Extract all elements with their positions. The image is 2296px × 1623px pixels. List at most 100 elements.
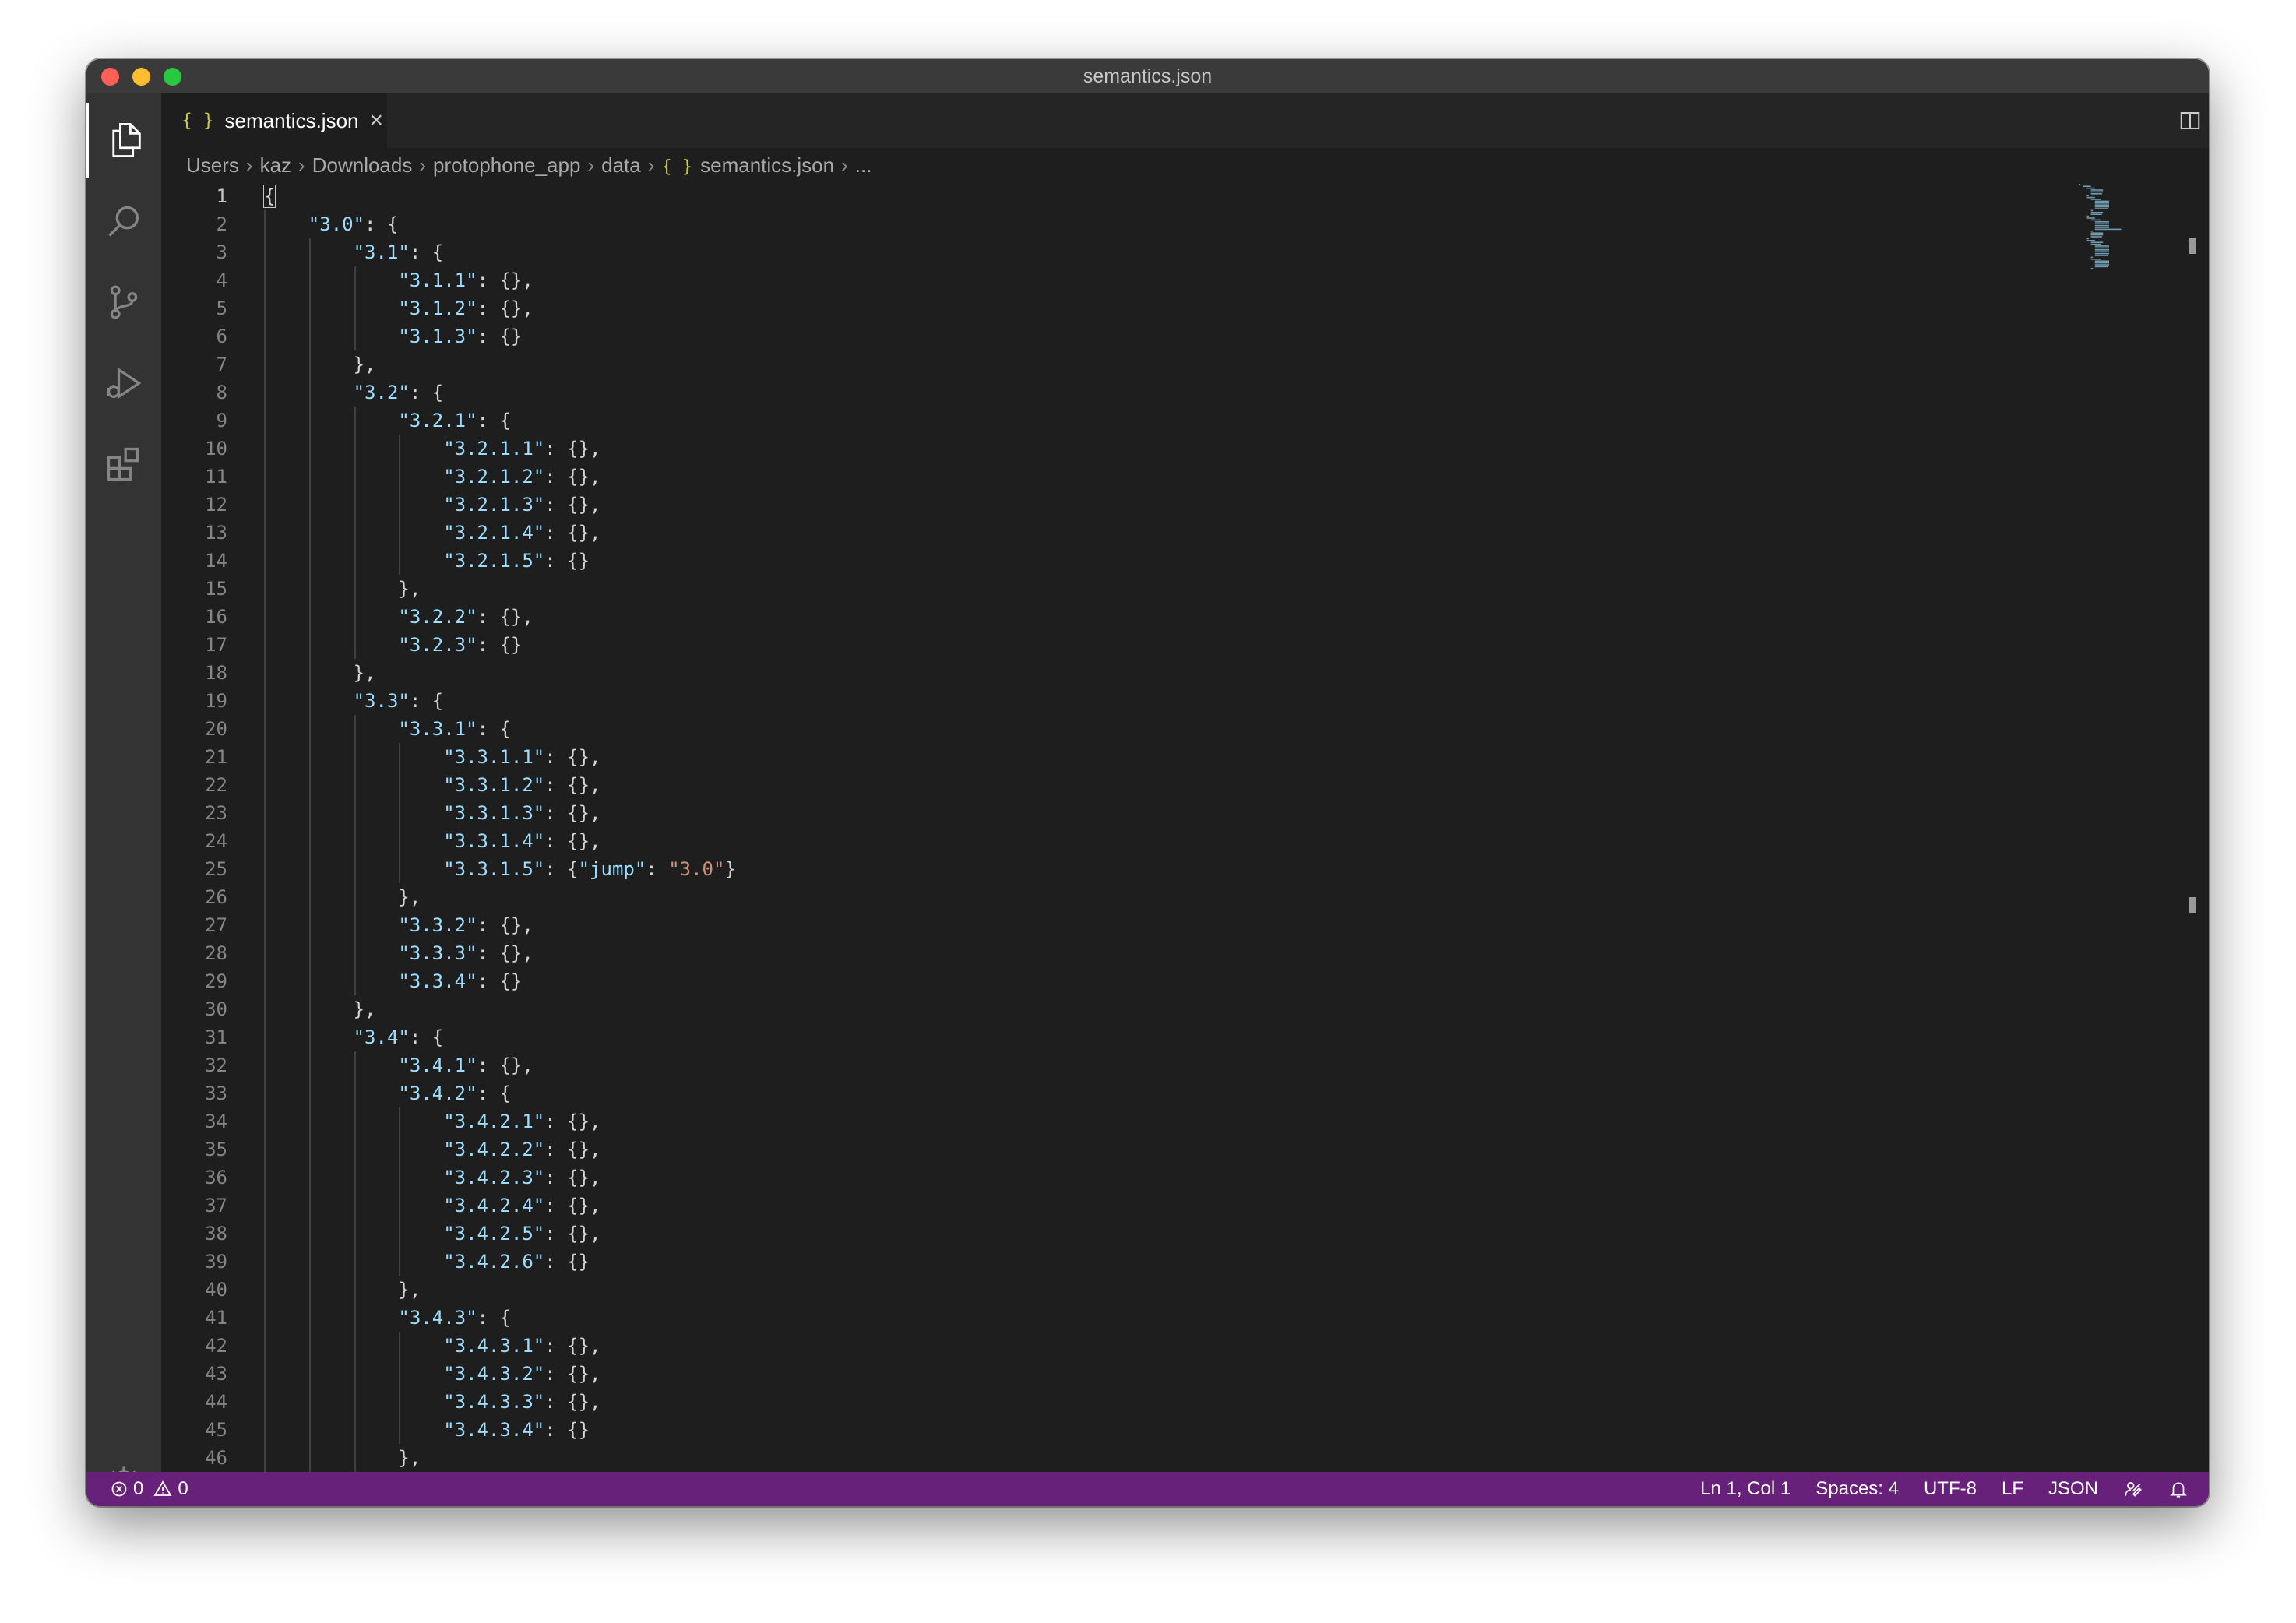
minimap-line	[2094, 221, 2109, 223]
code-line: "3.3.1.1": {},	[443, 746, 601, 768]
minimap-line	[2094, 223, 2109, 224]
breadcrumb-item-symbols[interactable]: ...	[855, 153, 872, 177]
code-line: "3.4": {	[353, 1026, 444, 1048]
code-line: "3.1": {	[353, 241, 444, 263]
breadcrumb-item-protophone-app[interactable]: protophone_app	[433, 153, 580, 177]
minimap-line	[2094, 202, 2109, 204]
code-line: },	[263, 886, 421, 908]
close-icon[interactable]: ×	[370, 107, 384, 134]
tab-label: semantics.json	[224, 108, 359, 132]
line-number: 2	[216, 213, 227, 235]
line-number: 25	[205, 858, 227, 880]
line-number: 35	[205, 1139, 227, 1160]
minimize-window-button[interactable]	[132, 68, 150, 86]
code-line: "3.4.2.2": {},	[443, 1139, 601, 1160]
minimap-line	[2090, 268, 2094, 269]
search-button[interactable]	[86, 184, 161, 259]
minimap-line	[2090, 193, 2102, 195]
error-count: 0	[133, 1478, 144, 1499]
line-number: 38	[205, 1223, 227, 1245]
line-number: 27	[205, 914, 227, 936]
run-debug-button[interactable]	[86, 346, 161, 421]
language-mode[interactable]: JSON	[2048, 1472, 2098, 1506]
line-number: 20	[205, 718, 227, 740]
minimap-line	[2079, 184, 2080, 185]
breadcrumb-item-users[interactable]: Users	[186, 153, 239, 177]
line-number: 8	[216, 382, 227, 403]
breadcrumb-item-data[interactable]: data	[601, 153, 641, 177]
split-editor-icon	[2180, 112, 2200, 129]
code-area[interactable]: { "3.0": { "3.1": { "3.1.1": {}, "3.1.2"…	[263, 182, 736, 1472]
explorer-icon	[112, 123, 141, 157]
minimap-line	[2090, 236, 2102, 238]
minimap-line	[2090, 199, 2101, 200]
code-line: "3.4.3": {	[398, 1307, 511, 1329]
line-number: 21	[205, 746, 227, 768]
minimap-line	[2090, 231, 2094, 232]
end-of-line-setting[interactable]: LF	[2002, 1472, 2023, 1506]
line-number: 13	[205, 522, 227, 544]
line-number: 6	[216, 326, 227, 347]
source-control-button[interactable]	[86, 265, 161, 340]
error-icon	[111, 1481, 127, 1497]
code-line: },	[263, 1279, 421, 1301]
code-line: "3.3.1.5": {"jump": "3.0"}	[443, 858, 736, 880]
extensions-button[interactable]	[86, 427, 161, 502]
split-editor-button[interactable]	[2175, 105, 2206, 136]
window-title: semantics.json	[1083, 65, 1213, 87]
feedback-button[interactable]	[2123, 1479, 2143, 1499]
minimap-line	[2094, 204, 2109, 206]
line-number: 15	[205, 578, 227, 600]
line-number: 40	[205, 1279, 227, 1301]
line-number: 36	[205, 1167, 227, 1188]
chevron-right-icon: ›	[419, 153, 427, 177]
code-line: },	[263, 578, 421, 600]
editor[interactable]: 1 2 3 4 5 6 7 8 9 10 11 12 13 14 15 16 17 18 19 20 21 22 23 24 2…	[161, 182, 2209, 1472]
minimap-line	[2086, 187, 2095, 189]
line-number: 32	[205, 1054, 227, 1076]
explorer-button[interactable]	[86, 103, 164, 178]
code-line: "3.3.1.3": {},	[443, 802, 601, 824]
line-number: 10	[205, 438, 227, 459]
status-bar: 0 0 Ln 1, Col 1 Spaces: 4 UTF-8 LF JSON	[86, 1472, 2209, 1506]
line-number: 5	[216, 297, 227, 319]
code-line: "3.2.1.1": {},	[443, 438, 601, 459]
line-number-gutter: 1 2 3 4 5 6 7 8 9 10 11 12 13 14 15 16 17 18 19 20 21 22 23 24 2…	[161, 182, 227, 1472]
minimap-line	[2083, 185, 2091, 187]
feedback-icon	[2125, 1482, 2142, 1497]
breadcrumb: Users › kaz › Downloads › protophone_app › data ›…	[161, 148, 2209, 182]
breadcrumb-item-file[interactable]: semantics.json	[700, 153, 834, 177]
problems-button[interactable]: 0 0	[110, 1472, 188, 1506]
line-number: 16	[205, 606, 227, 628]
minimap-line	[2090, 209, 2094, 212]
code-line: "3.3.2": {},	[398, 914, 534, 936]
cursor-position[interactable]: Ln 1, Col 1	[1700, 1472, 1791, 1506]
encoding-setting[interactable]: UTF-8	[1924, 1472, 1977, 1506]
code-line: "3.4.2.5": {},	[443, 1223, 601, 1245]
code-line: "3.4.2.1": {},	[443, 1111, 601, 1132]
line-number: 44	[205, 1391, 227, 1413]
code-line: },	[263, 662, 376, 684]
minimap-line	[2086, 215, 2089, 217]
minimap[interactable]	[2079, 182, 2164, 361]
minimap-line	[2094, 249, 2109, 251]
code-line: "3.4.3.4": {}	[443, 1419, 590, 1441]
close-window-button[interactable]	[101, 68, 119, 86]
warning-icon	[153, 1480, 172, 1496]
minimap-line	[2094, 262, 2109, 264]
code-line: "3.3": {	[353, 690, 444, 712]
line-number: 26	[205, 886, 227, 908]
line-number: 45	[205, 1419, 227, 1441]
tab-semantics-json[interactable]: { } semantics.json ×	[161, 93, 387, 148]
breadcrumb-item-kaz[interactable]: kaz	[260, 153, 291, 177]
vertical-scrollbar[interactable]	[2189, 182, 2196, 1472]
minimap-line	[2086, 195, 2089, 196]
code-line: "3.4.1": {},	[398, 1054, 534, 1076]
breadcrumb-item-downloads[interactable]: Downloads	[312, 153, 413, 177]
source-control-icon	[110, 285, 138, 319]
zoom-window-button[interactable]	[164, 68, 181, 86]
indentation-setting[interactable]: Spaces: 4	[1815, 1472, 1899, 1506]
code-line: "3.2.1.2": {},	[443, 466, 601, 488]
minimap-line	[2086, 238, 2089, 240]
notifications-button[interactable]	[2168, 1479, 2189, 1499]
